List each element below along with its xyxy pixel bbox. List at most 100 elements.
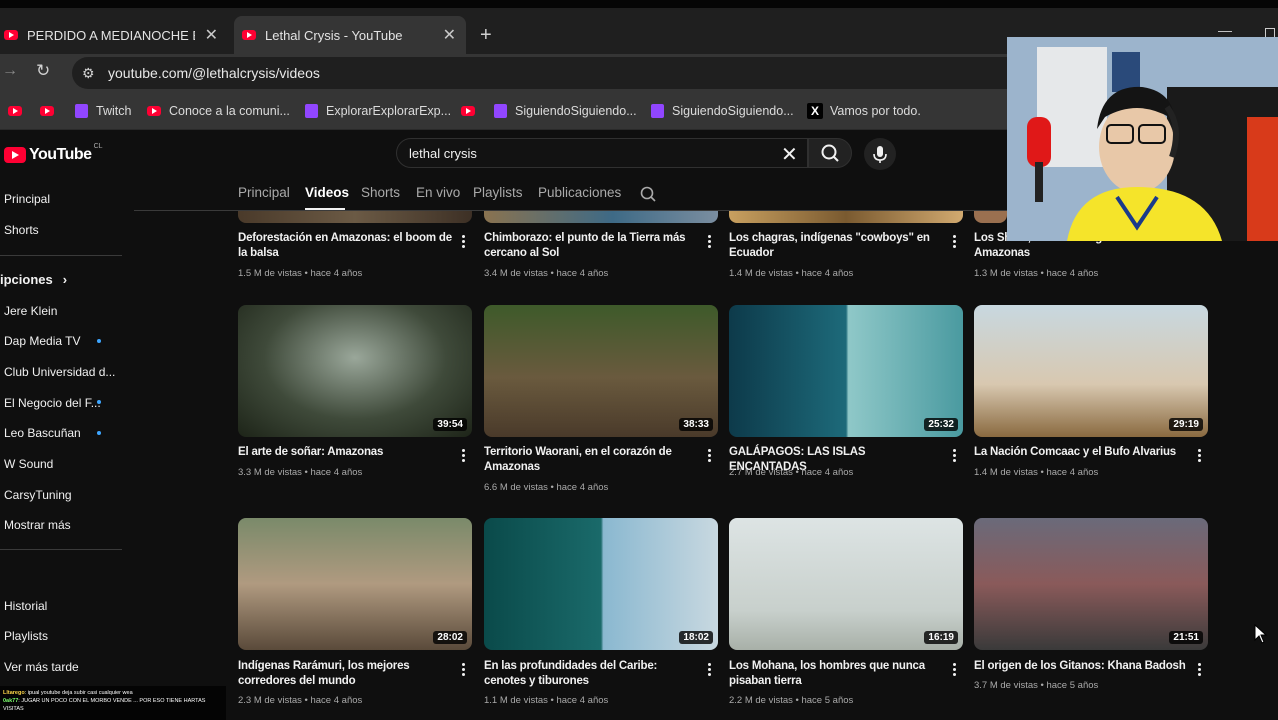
sidebar-item-subscription[interactable]: Leo Bascuñan	[4, 426, 81, 440]
more-options-icon[interactable]	[708, 663, 712, 677]
video-duration: 18:02	[679, 631, 713, 644]
twitch-icon	[75, 104, 88, 118]
video-title[interactable]: Territorio Waorani, en el corazón de Ama…	[484, 445, 698, 475]
sidebar-item-subscription[interactable]: CarsyTuning	[4, 488, 72, 502]
youtube-logo-text: YouTube	[29, 146, 92, 163]
bookmark-youtube-1[interactable]	[8, 102, 30, 120]
browser-tab-perdido[interactable]: PERDIDO A MEDIANOCHE EN L ✕	[0, 16, 228, 54]
chat-text: : ipual youtube deja subir casi cualquie…	[24, 690, 133, 696]
video-thumbnail[interactable]	[238, 211, 472, 223]
more-options-icon[interactable]	[462, 235, 466, 249]
tab-playlists[interactable]: Playlists	[473, 185, 523, 200]
sidebar-item-shorts[interactable]: Shorts	[4, 223, 39, 237]
video-title[interactable]: Chimborazo: el punto de la Tierra más ce…	[484, 231, 698, 261]
youtube-logo[interactable]: YouTube CL	[4, 143, 103, 164]
url-text: youtube.com/@lethalcrysis/videos	[108, 65, 320, 81]
bookmark-conoce[interactable]: Conoce a la comuni...	[147, 102, 290, 120]
bookmark-youtube-3[interactable]	[461, 102, 483, 120]
tab-shorts[interactable]: Shorts	[361, 185, 400, 200]
sidebar-item-subscription[interactable]: Dap Media TV	[4, 334, 80, 348]
search-query: lethal crysis	[409, 146, 477, 161]
voice-search-button[interactable]	[864, 138, 896, 170]
video-title[interactable]: La Nación Comcaac y el Bufo Alvarius	[974, 445, 1188, 460]
video-title[interactable]: Indígenas Rarámuri, los mejores corredor…	[238, 659, 452, 689]
video-title[interactable]: Los Mohana, los hombres que nunca pisaba…	[729, 659, 943, 689]
bookmark-explorar[interactable]: ExplorarExplorarExp...	[305, 102, 451, 120]
bookmark-siguiendo-1[interactable]: SiguiendoSiguiendo...	[494, 102, 637, 120]
video-title[interactable]: El arte de soñar: Amazonas	[238, 445, 452, 460]
close-icon[interactable]: ✕	[205, 25, 218, 45]
address-bar[interactable]: ⚙ youtube.com/@lethalcrysis/videos	[72, 57, 1032, 89]
sidebar-item-principal[interactable]: Principal	[4, 192, 50, 206]
video-thumbnail[interactable]	[729, 211, 963, 223]
video-duration: 29:19	[1169, 418, 1203, 431]
sidebar-item-show-more[interactable]: Mostrar más	[4, 518, 71, 532]
channel-search-icon[interactable]	[638, 184, 658, 204]
video-duration: 39:54	[433, 418, 467, 431]
tab-publicaciones[interactable]: Publicaciones	[538, 185, 621, 200]
more-options-icon[interactable]	[953, 235, 957, 249]
bookmark-twitch[interactable]: Twitch	[75, 102, 131, 120]
more-options-icon[interactable]	[708, 449, 712, 463]
more-options-icon[interactable]	[953, 449, 957, 463]
sidebar-item-subscription[interactable]: El Negocio del F...	[4, 396, 101, 410]
bookmark-x[interactable]: X Vamos por todo.	[807, 102, 921, 120]
video-thumbnail[interactable]: 39:54	[238, 305, 472, 437]
sidebar-item-subscription[interactable]: Jere Klein	[4, 304, 57, 318]
clear-search-icon[interactable]: ✕	[781, 142, 798, 167]
live-indicator-dot	[97, 339, 101, 343]
reload-icon[interactable]: ↻	[36, 61, 50, 81]
video-meta: 3.3 M de vistas • hace 4 años	[238, 467, 363, 478]
sidebar-subscriptions-heading[interactable]: ipciones ›	[0, 272, 67, 287]
youtube-icon	[147, 106, 161, 116]
youtube-icon	[461, 106, 475, 116]
sidebar-item-watch-later[interactable]: Ver más tarde	[4, 660, 79, 674]
site-settings-icon[interactable]: ⚙	[82, 65, 95, 82]
divider	[0, 255, 122, 256]
more-options-icon[interactable]	[953, 663, 957, 677]
video-thumbnail[interactable]: 21:51	[974, 518, 1208, 650]
sidebar-item-history[interactable]: Historial	[4, 599, 47, 613]
video-title[interactable]: Deforestación en Amazonas: el boom de la…	[238, 231, 452, 261]
bookmark-label: Vamos por todo.	[830, 104, 921, 118]
video-title[interactable]: Los chagras, indígenas "cowboys" en Ecua…	[729, 231, 943, 261]
video-meta: 1.5 M de vistas • hace 4 años	[238, 268, 363, 279]
bookmark-siguiendo-2[interactable]: SiguiendoSiguiendo...	[651, 102, 794, 120]
video-meta: 2.7 M de vistas • hace 4 años	[729, 467, 854, 478]
sidebar-item-playlists[interactable]: Playlists	[4, 629, 48, 643]
more-options-icon[interactable]	[708, 235, 712, 249]
tab-videos[interactable]: Videos	[305, 185, 349, 200]
new-tab-icon[interactable]: +	[480, 24, 492, 47]
browser-tab-lethal-crysis[interactable]: Lethal Crysis - YouTube ✕	[234, 16, 466, 54]
sidebar-item-subscription[interactable]: W Sound	[4, 457, 53, 471]
video-thumbnail[interactable]: 18:02	[484, 518, 718, 650]
video-thumbnail[interactable]: 16:19	[729, 518, 963, 650]
more-options-icon[interactable]	[1198, 663, 1202, 677]
divider	[0, 549, 122, 550]
video-title[interactable]: En las profundidades del Caribe: cenotes…	[484, 659, 698, 689]
video-thumbnail[interactable]: 28:02	[238, 518, 472, 650]
video-thumbnail[interactable]: 38:33	[484, 305, 718, 437]
search-input[interactable]: lethal crysis ✕	[396, 138, 808, 168]
minimize-icon[interactable]: —	[1218, 22, 1232, 38]
more-options-icon[interactable]	[462, 449, 466, 463]
youtube-logo-icon	[4, 147, 26, 163]
more-options-icon[interactable]	[1198, 449, 1202, 463]
tab-en-vivo[interactable]: En vivo	[416, 185, 460, 200]
video-thumbnail[interactable]	[484, 211, 718, 223]
tab-principal[interactable]: Principal	[238, 185, 290, 200]
search-button[interactable]	[808, 138, 852, 168]
sidebar-item-subscription[interactable]: Club Universidad d...	[4, 365, 115, 379]
video-thumbnail[interactable]: 25:32	[729, 305, 963, 437]
tab-title: PERDIDO A MEDIANOCHE EN L	[27, 27, 195, 43]
video-thumbnail[interactable]: 29:19	[974, 305, 1208, 437]
more-options-icon[interactable]	[462, 663, 466, 677]
forward-icon[interactable]: →	[2, 62, 18, 80]
video-title[interactable]: El origen de los Gitanos: Khana Badosh	[974, 659, 1188, 674]
live-indicator-dot	[97, 431, 101, 435]
bookmark-youtube-2[interactable]	[40, 102, 62, 120]
close-icon[interactable]: ✕	[443, 25, 456, 45]
video-meta: 2.2 M de vistas • hace 5 años	[729, 695, 854, 706]
video-thumbnail[interactable]	[974, 211, 1007, 223]
video-meta: 1.1 M de vistas • hace 4 años	[484, 695, 609, 706]
